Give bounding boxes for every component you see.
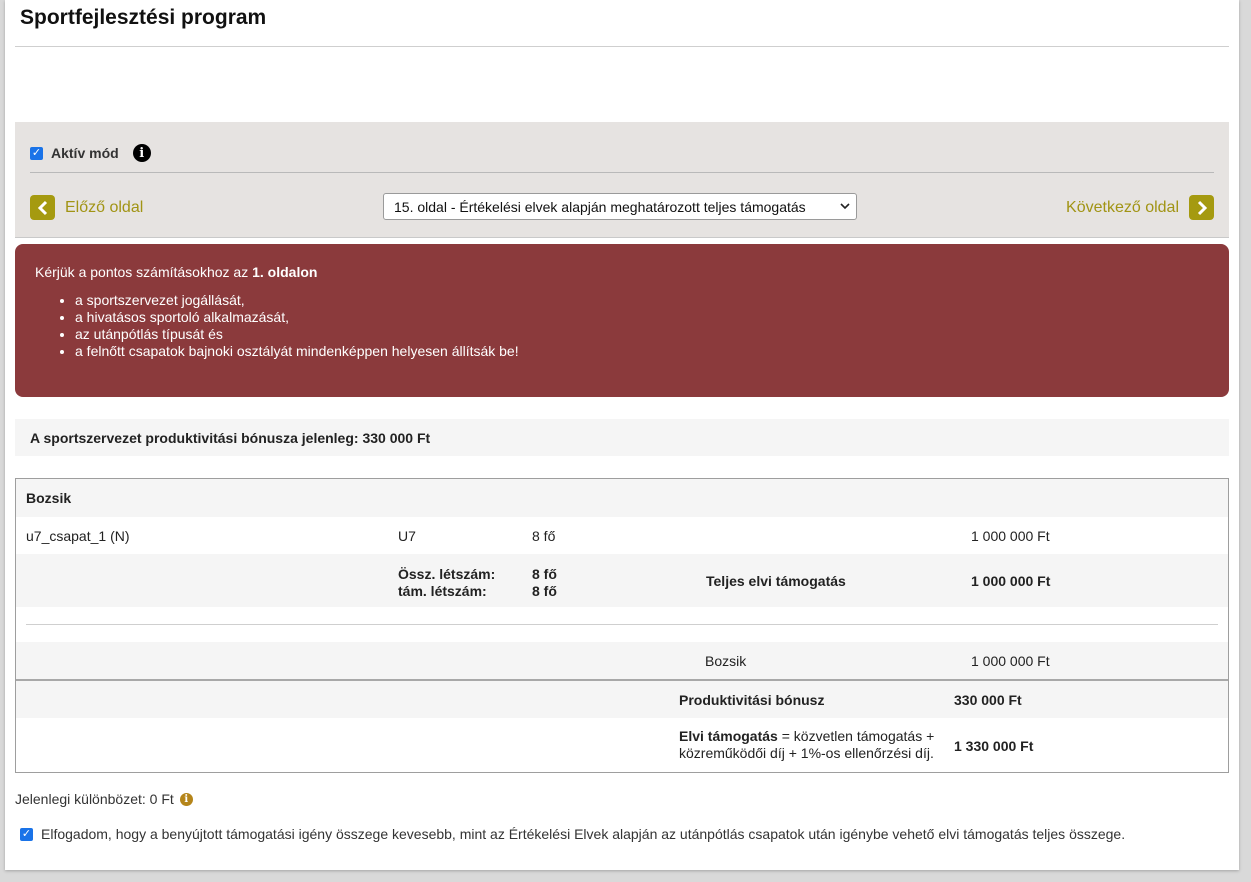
alert-intro: Kérjük a pontos számításokhoz az 1. olda… — [35, 264, 1209, 280]
title-divider — [15, 46, 1229, 47]
acceptance-text: Elfogadom, hogy a benyújtott támogatási … — [41, 826, 1126, 842]
alert-intro-text: Kérjük a pontos számításokhoz az — [35, 264, 253, 280]
productivity-label: Produktivitási bónusz — [679, 692, 825, 708]
headcount-values: 8 fő 8 fő — [532, 566, 557, 600]
table-row: u7_csapat_1 (N) U7 8 fő 1 000 000 Ft — [16, 517, 1228, 554]
difference-row: Jelenlegi különbözet: 0 Ft i — [15, 791, 193, 807]
supported-headcount-value: 8 fő — [532, 583, 557, 599]
total-headcount-label: Össz. létszám: — [398, 566, 496, 582]
main-panel: Sportfejlesztési program ✓ Aktív mód i E… — [5, 0, 1239, 870]
elvi-support-value: 1 330 000 Ft — [954, 738, 1034, 754]
productivity-value: 330 000 Ft — [954, 692, 1022, 708]
acceptance-row: ✓ Elfogadom, hogy a benyújtott támogatás… — [20, 826, 1125, 842]
team-amount: 1 000 000 Ft — [971, 528, 1050, 544]
team-count: 8 fő — [532, 528, 556, 544]
info-icon[interactable]: i — [179, 792, 193, 806]
previous-page-label: Előző oldal — [65, 198, 144, 216]
previous-page-button[interactable]: Előző oldal — [30, 195, 143, 220]
team-name: u7_csapat_1 (N) — [26, 528, 130, 544]
list-item: a sportszervezet jogállását, — [75, 292, 1209, 309]
info-icon[interactable]: i — [132, 144, 151, 162]
page-title: Sportfejlesztési program — [20, 6, 267, 29]
chevron-left-icon — [30, 195, 55, 220]
controls-bar: ✓ Aktív mód i Előző oldal 15. oldal - Ér… — [15, 122, 1229, 238]
total-headcount-value: 8 fő — [532, 566, 557, 582]
alert-box: Kérjük a pontos számításokhoz az 1. olda… — [15, 244, 1229, 397]
chevron-right-icon — [1189, 195, 1214, 220]
difference-text: Jelenlegi különbözet: 0 Ft — [15, 791, 174, 807]
headcount-labels: Össz. létszám: tám. létszám: — [398, 566, 495, 600]
supported-headcount-label: tám. létszám: — [398, 583, 487, 599]
acceptance-checkbox[interactable]: ✓ — [20, 827, 33, 841]
team-age: U7 — [398, 528, 416, 544]
table-row-summary: Bozsik 1 000 000 Ft — [16, 642, 1228, 679]
controls-divider — [30, 172, 1214, 173]
page-select[interactable]: 15. oldal - Értékelési elvek alapján meg… — [383, 193, 857, 220]
alert-intro-bold: 1. oldalon — [252, 264, 318, 280]
active-mode-label: Aktív mód — [51, 145, 119, 161]
alert-list: a sportszervezet jogállását, a hivatásos… — [35, 292, 1209, 360]
active-mode-checkbox[interactable]: ✓ — [30, 146, 43, 160]
active-mode-row: ✓ Aktív mód i — [30, 144, 151, 162]
next-page-button[interactable]: Következő oldal — [1066, 195, 1214, 220]
list-item: az utánpótlás típusát és — [75, 326, 1209, 343]
chevron-down-icon — [834, 201, 856, 213]
support-table: Bozsik u7_csapat_1 (N) U7 8 fő 1 000 000… — [15, 478, 1229, 773]
table-row-totals: Össz. létszám: tám. létszám: 8 fő 8 fő T… — [16, 554, 1228, 607]
elvi-support-description: Elvi támogatás = közvetlen támogatás + k… — [679, 728, 951, 762]
page-select-value: 15. oldal - Értékelési elvek alapján meg… — [394, 198, 806, 215]
list-item: a felnőtt csapatok bajnoki osztályát min… — [75, 343, 1209, 360]
table-row-elvi: Elvi támogatás = közvetlen támogatás + k… — [16, 718, 1228, 772]
bonus-summary: A sportszervezet produktivitási bónusza … — [15, 419, 1229, 456]
total-support-value: 1 000 000 Ft — [971, 573, 1051, 589]
list-item: a hivatásos sportoló alkalmazását, — [75, 309, 1209, 326]
summary-value: 1 000 000 Ft — [971, 653, 1050, 669]
next-page-label: Következő oldal — [1066, 198, 1179, 216]
table-header: Bozsik — [16, 479, 1228, 517]
table-row-productivity: Produktivitási bónusz 330 000 Ft — [16, 681, 1228, 718]
table-divider — [26, 624, 1218, 625]
total-support-label: Teljes elvi támogatás — [706, 573, 846, 589]
summary-label: Bozsik — [705, 653, 747, 669]
elvi-support-bold: Elvi támogatás — [679, 728, 778, 744]
